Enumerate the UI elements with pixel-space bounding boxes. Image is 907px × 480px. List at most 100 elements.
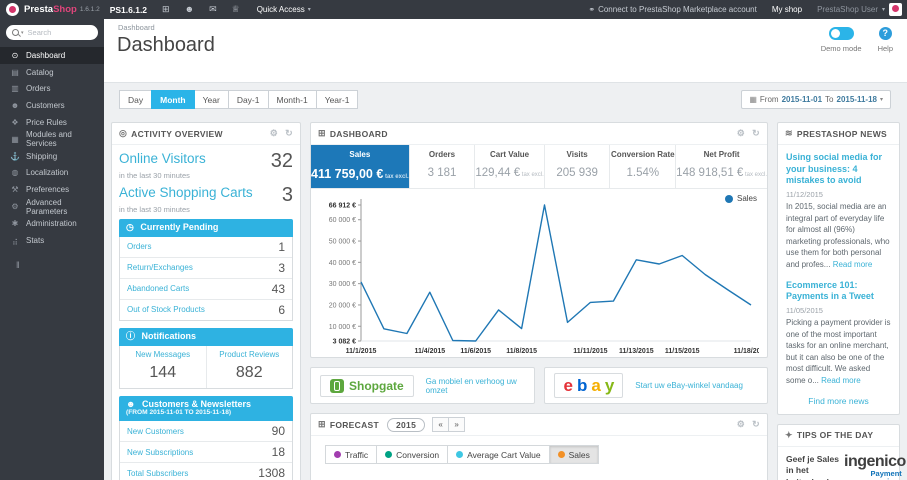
cart-icon: ⊞ (318, 419, 326, 429)
stat-link-new-subscriptions[interactable]: New Subscriptions (127, 448, 193, 457)
gear-icon[interactable]: ⚙ (737, 419, 745, 430)
find-more-news-link[interactable]: Find more news (786, 396, 891, 406)
orders-icon: ▥ (11, 84, 19, 94)
modules-icon: ▦ (11, 134, 19, 144)
stat-link-new-customers[interactable]: New Customers (127, 427, 184, 436)
sidebar-item-localization[interactable]: ◍ Localization (0, 165, 104, 182)
online-visitors-sub: in the last 30 minutes (119, 171, 190, 180)
metric-tab-sales[interactable]: Sales 411 759,00 € tax excl. (311, 145, 410, 188)
stat-link-total-subscribers[interactable]: Total Subscribers (127, 469, 188, 478)
sidebar-item-administration[interactable]: ✱ Administration (0, 215, 104, 232)
profile-icon[interactable]: ☻ (185, 5, 194, 14)
date-range-button[interactable]: ▦ From 2015-11-01 To 2015-11-18 ▾ (741, 90, 891, 109)
metric-suffix: tax excl. (383, 174, 409, 180)
sidebar-item-orders[interactable]: ▥ Orders (0, 81, 104, 98)
previous-year-button[interactable]: « (432, 417, 450, 432)
stat-value: 882 (235, 363, 263, 381)
stat-link-product-reviews[interactable]: Product Reviews (209, 350, 291, 359)
search-input[interactable] (25, 27, 92, 38)
metric-value: 1.54% (626, 167, 660, 179)
panel-actions: ⚙ ↻ (737, 128, 760, 139)
activity-icon: ◎ (119, 128, 128, 138)
catalog-icon: ▤ (11, 67, 19, 77)
stat-link-orders[interactable]: Orders (127, 242, 151, 251)
mail-icon[interactable]: ✉ (209, 5, 217, 14)
metric-label: Net Profit (703, 150, 740, 159)
forecast-legend-sales[interactable]: Sales (548, 445, 599, 464)
news-article-title[interactable]: Using social media for your business: 4 … (786, 152, 891, 187)
shopgate-link[interactable]: Ga mobiel en verhoog uw omzet (426, 377, 525, 395)
stat-link-new-messages[interactable]: New Messages (122, 350, 204, 359)
svg-text:66 912 €: 66 912 € (329, 203, 356, 210)
refresh-icon[interactable]: ↻ (752, 419, 760, 430)
sidebar-item-modules-and-services[interactable]: ▦ Modules and Services (0, 130, 104, 148)
forecast-legend-conversion[interactable]: Conversion (376, 445, 449, 464)
metric-tab-net-profit[interactable]: Net Profit 148 918,51 € tax excl. (676, 145, 767, 188)
sidebar-item-label: Advanced Parameters (26, 197, 68, 216)
quick-access-menu[interactable]: Quick Access ▾ (257, 5, 311, 14)
demo-mode-toggle[interactable] (828, 27, 854, 40)
metric-tab-visits[interactable]: Visits 205 939 (545, 145, 611, 188)
sidebar-item-label: Customers (26, 101, 65, 111)
period-button-day[interactable]: Day (119, 90, 153, 109)
sidebar-item-catalog[interactable]: ▤ Catalog (0, 64, 104, 81)
refresh-icon[interactable]: ↻ (752, 128, 760, 139)
sidebar-item-price-rules[interactable]: ❖ Price Rules (0, 114, 104, 131)
metric-tab-orders[interactable]: Orders 3 181 (410, 145, 476, 188)
active-carts-link[interactable]: Active Shopping Carts (119, 185, 253, 200)
metric-tab-conversion-rate[interactable]: Conversion Rate 1.54% (610, 145, 677, 188)
gear-icon[interactable]: ⚙ (270, 128, 278, 139)
forecast-legend-traffic[interactable]: Traffic (325, 445, 378, 464)
chevron-down-icon: ▾ (881, 7, 885, 13)
administration-icon: ✱ (11, 218, 19, 228)
ebay-letter: e (563, 376, 574, 395)
stat-link-abandoned-carts[interactable]: Abandoned Carts (127, 284, 189, 293)
period-button-year-1[interactable]: Year-1 (315, 90, 359, 109)
period-button-year[interactable]: Year (193, 90, 229, 109)
sales-legend-label: Sales (736, 194, 757, 203)
shopgate-logo[interactable]: Shopgate (320, 374, 414, 397)
period-button-day-1[interactable]: Day-1 (227, 90, 269, 109)
localization-icon: ◍ (11, 168, 19, 178)
sidebar-collapse-button[interactable]: ‖ (10, 259, 27, 271)
sidebar-item-shipping[interactable]: ⚓ Shipping (0, 148, 104, 165)
cart-icon[interactable]: ⊞ (162, 5, 170, 14)
forecast-legend-average-cart-value[interactable]: Average Cart Value (447, 445, 550, 464)
sidebar-item-preferences[interactable]: ⚒ Preferences (0, 181, 104, 198)
stat-value: 3 (278, 260, 285, 275)
help-icon[interactable]: ? (878, 27, 892, 40)
period-button-month-1[interactable]: Month-1 (267, 90, 317, 109)
sidebar-menu: ⊙ Dashboard ▤ Catalog ▥ Orders ☻ Customers ❖ Pric… (0, 47, 104, 249)
ebay-link[interactable]: Start uw eBay-winkel vandaag (635, 381, 743, 390)
trophy-icon[interactable]: ♕ (232, 5, 240, 14)
online-visitors-link[interactable]: Online Visitors (119, 151, 206, 166)
cart-icon: ⊞ (318, 128, 326, 138)
metric-label: Sales (349, 150, 371, 159)
sidebar-item-stats[interactable]: ⣴ Stats (0, 232, 104, 249)
legend-dot (456, 451, 464, 458)
ebay-logo[interactable]: ebay (553, 373, 624, 398)
sidebar-item-customers[interactable]: ☻ Customers (0, 97, 104, 114)
sidebar-item-advanced-parameters[interactable]: ⚙ Advanced Parameters (0, 197, 104, 216)
read-more-link[interactable]: Read more (833, 260, 873, 269)
active-carts-sub: in the last 30 minutes (119, 205, 190, 214)
stat-link-return-exchanges[interactable]: Return/Exchanges (127, 263, 193, 272)
user-menu[interactable]: PrestaShop User ▾ (817, 3, 902, 16)
period-button-month[interactable]: Month (151, 90, 195, 109)
sidebar-item-dashboard[interactable]: ⊙ Dashboard (0, 47, 104, 64)
preferences-icon: ⚒ (11, 185, 19, 195)
gear-icon[interactable]: ⚙ (737, 128, 745, 139)
refresh-icon[interactable]: ↻ (285, 128, 293, 139)
metric-value: 205 939 (556, 167, 598, 179)
tip-heading: Geef je Sales in het buitenland een Boos… (786, 453, 839, 480)
my-shop-link[interactable]: My shop (772, 5, 802, 14)
news-article-title[interactable]: Ecommerce 101: Payments in a Tweet (786, 280, 891, 303)
stat-link-out-of-stock-products[interactable]: Out of Stock Products (127, 305, 205, 314)
ad-banners: Shopgate Ga mobiel en verhoog uw omzet e… (310, 367, 768, 404)
next-year-button[interactable]: » (448, 417, 466, 432)
marketplace-link[interactable]: ⚭ Connect to PrestaShop Marketplace accou… (588, 5, 756, 14)
metric-tab-cart-value[interactable]: Cart Value 129,44 € tax excl. (475, 145, 545, 188)
stat-row: New Subscriptions 18 (120, 442, 292, 464)
read-more-link[interactable]: Read more (821, 376, 861, 385)
calendar-icon: ▦ (749, 95, 757, 104)
